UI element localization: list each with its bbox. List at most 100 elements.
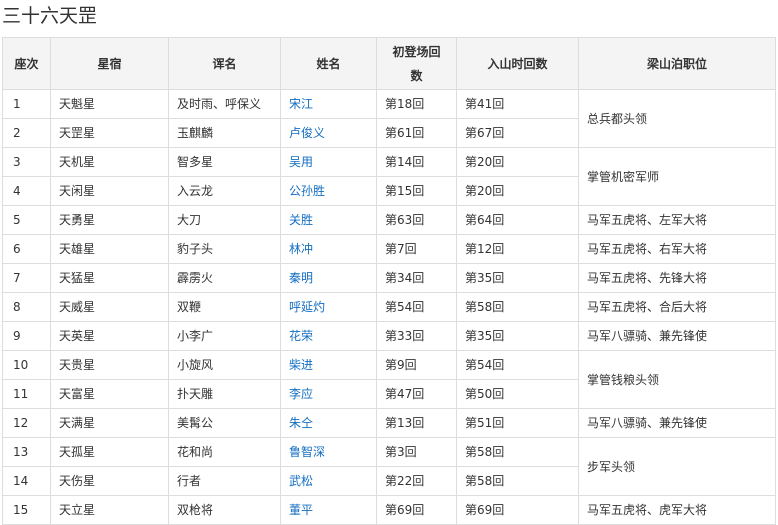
cell-star: 天伤星 [50,466,169,496]
person-link[interactable]: 吴用 [289,155,313,169]
cell-join-chapter: 第35回 [456,263,579,293]
cell-star: 天猛星 [50,263,169,293]
cell-star: 天雄星 [50,234,169,264]
cell-nickname: 行者 [168,466,281,496]
cell-rank: 1 [2,89,51,119]
cell-rank: 13 [2,437,51,467]
cell-rank: 12 [2,408,51,438]
table-row: 3 天机星 智多星 吴用 第14回 第20回 掌管机密军师 [2,147,776,206]
cell-nickname: 玉麒麟 [168,118,281,148]
cell-name: 柴进 [280,350,377,380]
cell-star: 天满星 [50,408,169,438]
table-row: 8 天威星 双鞭 呼延灼 第54回 第58回 马军五虎将、合后大将 [2,292,776,322]
person-link[interactable]: 公孙胜 [289,184,325,198]
cell-rank: 6 [2,234,51,264]
cell-star: 天英星 [50,321,169,351]
header-rank: 座次 [2,37,51,90]
header-nickname: 诨名 [168,37,281,90]
cell-name: 公孙胜 [280,176,377,206]
cell-first-chapter: 第47回 [376,379,457,409]
cell-nickname: 小李广 [168,321,281,351]
cell-rank: 10 [2,350,51,380]
cell-position: 掌管机密军师 [578,147,776,206]
cell-rank: 4 [2,176,51,206]
person-link[interactable]: 花荣 [289,329,313,343]
cell-name: 花荣 [280,321,377,351]
person-link[interactable]: 鲁智深 [289,445,325,459]
cell-first-chapter: 第13回 [376,408,457,438]
cell-nickname: 双枪将 [168,495,281,525]
cell-first-chapter: 第69回 [376,495,457,525]
cell-position: 马军五虎将、右军大将 [578,234,776,264]
cell-join-chapter: 第58回 [456,292,579,322]
cell-first-chapter: 第3回 [376,437,457,467]
header-name: 姓名 [280,37,377,90]
cell-first-chapter: 第9回 [376,350,457,380]
cell-first-chapter: 第15回 [376,176,457,206]
cell-rank: 11 [2,379,51,409]
cell-star: 天勇星 [50,205,169,235]
roster-table: 座次 星宿 诨名 姓名 初登场回数 入山时回数 梁山泊职位 1 天魁星 及时雨、… [2,37,776,525]
cell-star: 天威星 [50,292,169,322]
person-link[interactable]: 柴进 [289,358,313,372]
person-link[interactable]: 呼延灼 [289,300,325,314]
cell-first-chapter: 第34回 [376,263,457,293]
cell-rank: 7 [2,263,51,293]
cell-nickname: 扑天雕 [168,379,281,409]
table-row: 9 天英星 小李广 花荣 第33回 第35回 马军八骠骑、兼先锋使 [2,321,776,351]
cell-nickname: 霹雳火 [168,263,281,293]
person-link[interactable]: 朱仝 [289,416,313,430]
cell-nickname: 及时雨、呼保义 [168,89,281,119]
header-join-chapter: 入山时回数 [456,37,579,90]
cell-first-chapter: 第33回 [376,321,457,351]
cell-nickname: 小旋风 [168,350,281,380]
cell-join-chapter: 第20回 [456,147,579,177]
cell-join-chapter: 第58回 [456,437,579,467]
cell-join-chapter: 第35回 [456,321,579,351]
cell-rank: 5 [2,205,51,235]
cell-name: 鲁智深 [280,437,377,467]
cell-join-chapter: 第51回 [456,408,579,438]
cell-name: 李应 [280,379,377,409]
cell-join-chapter: 第54回 [456,350,579,380]
cell-name: 林冲 [280,234,377,264]
person-link[interactable]: 林冲 [289,242,313,256]
table-row: 6 天雄星 豹子头 林冲 第7回 第12回 马军五虎将、右军大将 [2,234,776,264]
cell-position: 马军五虎将、左军大将 [578,205,776,235]
cell-nickname: 豹子头 [168,234,281,264]
cell-first-chapter: 第18回 [376,89,457,119]
cell-name: 呼延灼 [280,292,377,322]
person-link[interactable]: 董平 [289,503,313,517]
person-link[interactable]: 秦明 [289,271,313,285]
table-row: 1 天魁星 及时雨、呼保义 宋江 第18回 第41回 总兵都头领 [2,89,776,148]
cell-join-chapter: 第58回 [456,466,579,496]
person-link[interactable]: 武松 [289,474,313,488]
cell-name: 董平 [280,495,377,525]
cell-position: 步军头领 [578,437,776,496]
cell-position: 马军五虎将、合后大将 [578,292,776,322]
cell-star: 天魁星 [50,89,169,119]
cell-join-chapter: 第20回 [456,176,579,206]
cell-nickname: 大刀 [168,205,281,235]
person-link[interactable]: 关胜 [289,213,313,227]
cell-first-chapter: 第54回 [376,292,457,322]
table-header-row: 座次 星宿 诨名 姓名 初登场回数 入山时回数 梁山泊职位 [2,37,776,90]
person-link[interactable]: 李应 [289,387,313,401]
cell-star: 天孤星 [50,437,169,467]
cell-name: 武松 [280,466,377,496]
person-link[interactable]: 卢俊义 [289,126,325,140]
cell-position: 马军五虎将、虎军大将 [578,495,776,525]
table-row: 7 天猛星 霹雳火 秦明 第34回 第35回 马军五虎将、先锋大将 [2,263,776,293]
cell-star: 天富星 [50,379,169,409]
cell-join-chapter: 第64回 [456,205,579,235]
cell-name: 朱仝 [280,408,377,438]
cell-nickname: 花和尚 [168,437,281,467]
cell-join-chapter: 第69回 [456,495,579,525]
cell-position: 马军八骠骑、兼先锋使 [578,408,776,438]
cell-position: 马军五虎将、先锋大将 [578,263,776,293]
table-row: 5 天勇星 大刀 关胜 第63回 第64回 马军五虎将、左军大将 [2,205,776,235]
cell-star: 天立星 [50,495,169,525]
person-link[interactable]: 宋江 [289,97,313,111]
cell-first-chapter: 第63回 [376,205,457,235]
table-row: 13 天孤星 花和尚 鲁智深 第3回 第58回 步军头领 [2,437,776,496]
